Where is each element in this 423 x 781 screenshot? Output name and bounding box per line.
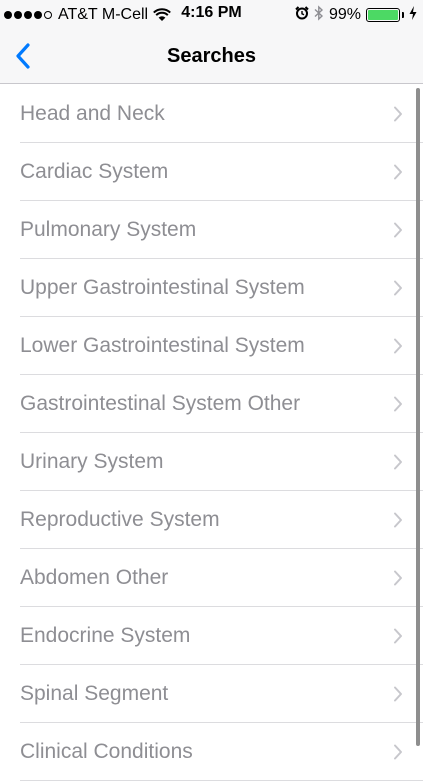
list-item-label: Clinical Conditions	[20, 740, 193, 763]
status-right: 99%	[295, 4, 417, 26]
page-title: Searches	[167, 45, 256, 67]
scroll-indicator[interactable]	[416, 88, 420, 746]
signal-dot	[34, 11, 42, 19]
list-item-label: Upper Gastrointestinal System	[20, 276, 305, 299]
list-item-label: Lower Gastrointestinal System	[20, 334, 305, 357]
list-item[interactable]: Lower Gastrointestinal System	[0, 317, 423, 375]
chevron-right-icon	[394, 454, 402, 470]
signal-dot	[24, 11, 32, 19]
list-item[interactable]: Spinal Segment	[0, 665, 423, 723]
list-item[interactable]: Endocrine System	[0, 607, 423, 665]
list-item[interactable]: Cardiac System	[0, 143, 423, 201]
alarm-icon	[295, 5, 309, 25]
list-item-label: Pulmonary System	[20, 218, 197, 241]
status-bar: AT&T M-Cell 4:16 PM 99%	[0, 0, 423, 30]
list-item[interactable]: Clinical Conditions	[0, 723, 423, 781]
charging-icon	[409, 5, 417, 25]
status-left: AT&T M-Cell	[4, 5, 175, 25]
battery-fill	[368, 10, 398, 20]
signal-dot	[4, 11, 12, 19]
chevron-right-icon	[394, 222, 402, 238]
list-item-label: Head and Neck	[20, 102, 165, 125]
chevron-right-icon	[394, 280, 402, 296]
list-item[interactable]: Pulmonary System	[0, 201, 423, 259]
chevron-right-icon	[394, 338, 402, 354]
signal-dot	[44, 11, 52, 19]
list-item-label: Reproductive System	[20, 508, 220, 531]
list-item[interactable]: Abdomen Other	[0, 549, 423, 607]
list-item-label: Urinary System	[20, 450, 164, 473]
chevron-right-icon	[394, 570, 402, 586]
chevron-right-icon	[394, 744, 402, 760]
searches-list: Head and Neck Cardiac System Pulmonary S…	[0, 85, 423, 781]
list-item-label: Endocrine System	[20, 624, 191, 647]
list-item-label: Cardiac System	[20, 160, 169, 183]
signal-strength-icon	[4, 11, 52, 19]
navigation-bar: Searches	[0, 30, 423, 84]
chevron-right-icon	[394, 396, 402, 412]
list-item[interactable]: Upper Gastrointestinal System	[0, 259, 423, 317]
wifi-icon	[153, 8, 171, 22]
chevron-right-icon	[394, 512, 402, 528]
chevron-right-icon	[394, 164, 402, 180]
list-item[interactable]: Urinary System	[0, 433, 423, 491]
signal-dot	[14, 11, 22, 19]
list-item[interactable]: Reproductive System	[0, 491, 423, 549]
list-item[interactable]: Head and Neck	[0, 85, 423, 143]
chevron-right-icon	[394, 686, 402, 702]
carrier-name: AT&T M-Cell	[58, 6, 149, 23]
battery-tip	[402, 12, 404, 18]
list-item-label: Spinal Segment	[20, 682, 169, 705]
bluetooth-icon	[314, 4, 324, 26]
battery-percent: 99%	[328, 6, 361, 23]
list-item-label: Abdomen Other	[20, 566, 169, 589]
chevron-right-icon	[394, 106, 402, 122]
battery-icon	[366, 8, 400, 22]
list-item-label: Gastrointestinal System Other	[20, 392, 301, 415]
chevron-right-icon	[394, 628, 402, 644]
list-item[interactable]: Gastrointestinal System Other	[0, 375, 423, 433]
